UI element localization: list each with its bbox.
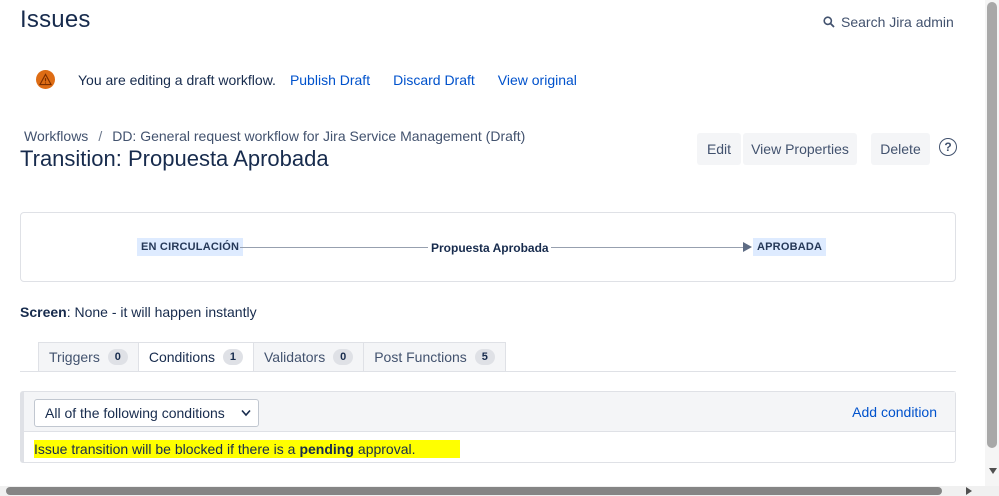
vertical-scrollbar[interactable] — [985, 0, 999, 486]
from-status: EN CIRCULACIÓN — [137, 238, 244, 256]
help-icon[interactable]: ? — [939, 138, 957, 156]
page-title: Issues — [20, 6, 91, 33]
breadcrumb-workflows[interactable]: Workflows — [24, 128, 88, 144]
to-status: APROBADA — [753, 238, 827, 256]
search-jira-admin[interactable]: Search Jira admin — [823, 14, 954, 30]
warning-icon — [36, 70, 55, 89]
tab-label: Validators — [263, 349, 326, 365]
tabs-divider — [20, 371, 956, 372]
conditions-panel: All of the following conditions Add cond… — [20, 391, 956, 463]
scroll-down-icon[interactable] — [989, 468, 997, 474]
condition-rule: Issue transition will be blocked if ther… — [34, 440, 460, 458]
arrow-head-icon — [743, 242, 752, 252]
diagram-line — [240, 247, 428, 248]
rule-text-before: Issue transition will be blocked if ther… — [34, 441, 296, 457]
condition-mode-select[interactable]: All of the following conditions — [34, 399, 259, 427]
scroll-right-icon[interactable] — [966, 487, 972, 495]
chevron-down-icon — [241, 409, 251, 417]
breadcrumb-separator: / — [98, 128, 103, 144]
tab-label: Post Functions — [374, 349, 467, 365]
search-icon — [823, 16, 835, 28]
view-original-link[interactable]: View original — [498, 72, 577, 88]
view-properties-button[interactable]: View Properties — [743, 133, 857, 165]
transition-diagram: EN CIRCULACIÓN Propuesta Aprobada APROBA… — [20, 212, 956, 282]
diagram-transition-label: Propuesta Aprobada — [431, 241, 549, 255]
horizontal-scrollbar[interactable] — [0, 486, 999, 496]
tab-label: Conditions — [148, 349, 215, 365]
add-condition-link[interactable]: Add condition — [852, 404, 937, 420]
screen-info: Screen: None - it will happen instantly — [20, 304, 257, 320]
search-label: Search Jira admin — [841, 14, 954, 30]
vertical-scroll-thumb[interactable] — [987, 2, 997, 448]
horizontal-scroll-thumb[interactable] — [6, 487, 942, 495]
tab-label: Triggers — [49, 349, 100, 365]
tab-post-functions[interactable]: Post Functions 5 — [363, 342, 506, 372]
condition-mode-value: All of the following conditions — [45, 405, 225, 421]
screen-value: : None - it will happen instantly — [66, 304, 257, 320]
tab-validators[interactable]: Validators 0 — [252, 342, 365, 372]
screen-label: Screen — [20, 304, 67, 320]
tab-count: 0 — [333, 349, 354, 365]
transition-title: Transition: Propuesta Aprobada — [20, 146, 329, 171]
tab-count: 0 — [107, 349, 128, 365]
discard-draft-link[interactable]: Discard Draft — [393, 72, 475, 88]
delete-button[interactable]: Delete — [871, 133, 930, 165]
publish-draft-link[interactable]: Publish Draft — [290, 72, 370, 88]
tab-conditions[interactable]: Conditions 1 — [137, 342, 254, 372]
draft-message: You are editing a draft workflow. — [78, 71, 276, 88]
rule-text-after: approval. — [357, 441, 416, 457]
rule-text-bold: pending — [299, 441, 354, 457]
tab-count: 5 — [474, 349, 495, 365]
conditions-header: All of the following conditions Add cond… — [24, 392, 955, 432]
transition-tabs: Triggers 0 Conditions 1 Validators 0 Post F… — [38, 342, 506, 372]
breadcrumb-workflow[interactable]: DD: General request workflow for Jira Se… — [112, 128, 525, 144]
tab-count: 1 — [222, 349, 243, 365]
draft-banner: You are editing a draft workflow. Publis… — [36, 70, 600, 89]
diagram-line — [551, 247, 743, 248]
breadcrumb: Workflows / DD: General request workflow… — [24, 128, 525, 144]
edit-button[interactable]: Edit — [697, 133, 741, 165]
tab-triggers[interactable]: Triggers 0 — [38, 342, 139, 372]
